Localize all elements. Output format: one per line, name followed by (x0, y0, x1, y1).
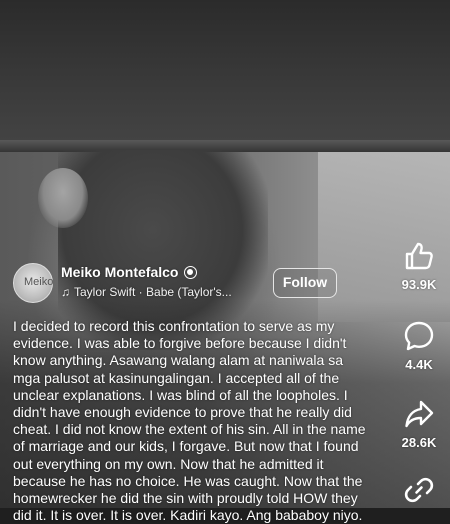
thumbs-up-icon (405, 242, 433, 270)
avatar[interactable]: Meiko (13, 263, 53, 303)
share-arrow-icon (405, 400, 434, 428)
like-count: 93.9K (401, 277, 437, 292)
copy-link-action[interactable] (394, 474, 444, 506)
share-count: 28.6K (401, 435, 437, 450)
music-title: Taylor Swift · Babe (Taylor's... (74, 285, 232, 299)
video-top-region (0, 0, 450, 152)
creator-name[interactable]: Meiko Montefalco (61, 264, 198, 280)
comment-bubble-icon (404, 321, 434, 351)
link-icon (404, 477, 434, 503)
like-action[interactable]: 93.9K (394, 240, 444, 292)
comment-action[interactable]: 4.4K (394, 320, 444, 372)
music-note-icon: ♫ (61, 285, 70, 299)
music-info[interactable]: ♫ Taylor Swift · Babe (Taylor's... (61, 285, 232, 299)
avatar-text: Meiko (24, 276, 54, 288)
comment-count: 4.4K (405, 357, 433, 372)
video-caption[interactable]: I decided to record this confrontation t… (13, 318, 375, 524)
share-action[interactable]: 28.6K (394, 398, 444, 450)
follow-button[interactable]: Follow (273, 268, 337, 298)
person-hand (38, 168, 88, 228)
verified-badge-icon (184, 266, 198, 279)
creator-name-text: Meiko Montefalco (61, 264, 179, 280)
